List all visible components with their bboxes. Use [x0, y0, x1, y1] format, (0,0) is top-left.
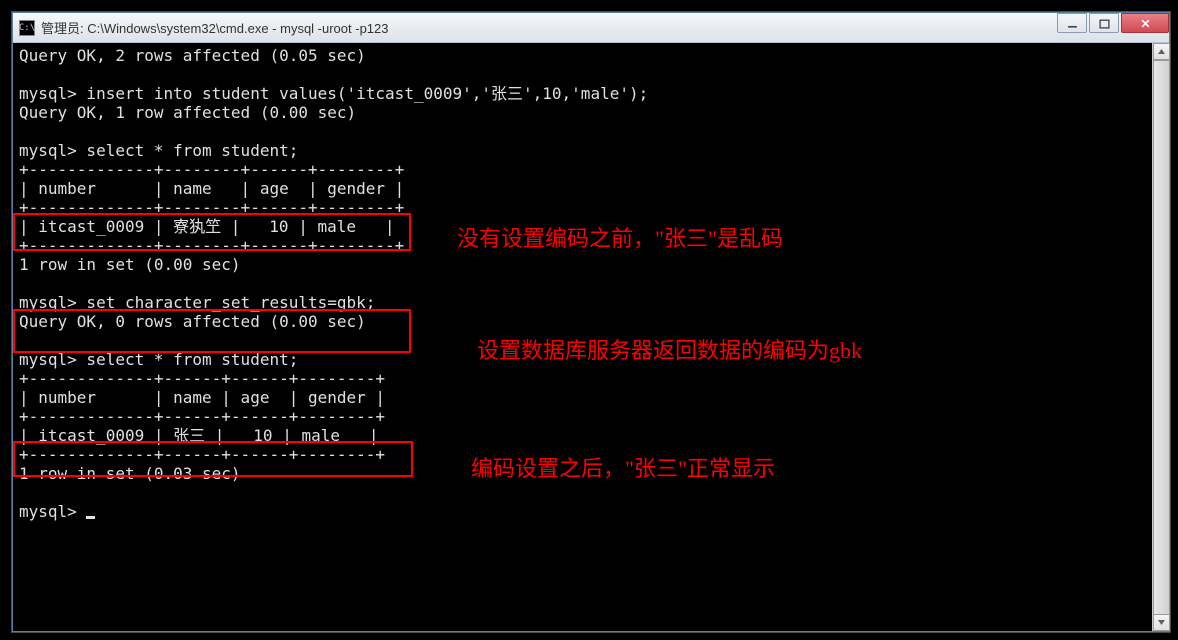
output-line: Query OK, 1 row affected (0.00 sec) [19, 103, 356, 122]
output-line: Query OK, 2 rows affected (0.05 sec) [19, 46, 366, 65]
scroll-up-button[interactable] [1153, 43, 1170, 60]
close-button[interactable] [1121, 13, 1169, 33]
window-titlebar[interactable]: C:\ 管理员: C:\Windows\system32\cmd.exe - m… [13, 13, 1169, 43]
output-line: +-------------+--------+------+--------+ [19, 160, 404, 179]
output-line: mysql> insert into student values('itcas… [19, 84, 648, 103]
output-line: Query OK, 0 rows affected (0.00 sec) [19, 312, 366, 331]
terminal-area[interactable]: Query OK, 2 rows affected (0.05 sec) mys… [13, 43, 1169, 631]
cmd-window: C:\ 管理员: C:\Windows\system32\cmd.exe - m… [12, 12, 1170, 632]
annotation-garbled: 没有设置编码之前，"张三"是乱码 [457, 221, 783, 253]
minimize-button[interactable] [1057, 13, 1087, 33]
screenshot-border: C:\ 管理员: C:\Windows\system32\cmd.exe - m… [0, 0, 1178, 640]
output-line: +-------------+------+------+--------+ [19, 369, 385, 388]
scroll-down-button[interactable] [1153, 614, 1170, 631]
output-line: +-------------+--------+------+--------+ [19, 198, 404, 217]
output-line: +-------------+------+------+--------+ [19, 407, 385, 426]
scrollbar-thumb[interactable] [1153, 60, 1170, 615]
output-line: +-------------+--------+------+--------+ [19, 236, 404, 255]
window-title: 管理员: C:\Windows\system32\cmd.exe - mysql… [41, 18, 389, 37]
output-line: +-------------+------+------+--------+ [19, 445, 385, 464]
chevron-up-icon [1157, 47, 1166, 56]
terminal-output: Query OK, 2 rows affected (0.05 sec) mys… [19, 46, 1163, 521]
output-line: | itcast_0009 | 张三 | 10 | male | [19, 426, 379, 445]
cmd-icon-text: C:\ [19, 23, 35, 33]
annotation-correct: 编码设置之后，"张三"正常显示 [471, 451, 775, 483]
chevron-down-icon [1157, 618, 1166, 627]
cmd-icon: C:\ [19, 20, 35, 36]
output-line: 1 row in set (0.00 sec) [19, 255, 241, 274]
minimize-icon [1067, 18, 1078, 29]
mysql-prompt: mysql> [19, 502, 86, 521]
output-line: | number | name | age | gender | [19, 388, 385, 407]
maximize-icon [1099, 18, 1110, 29]
output-line: | number | name | age | gender | [19, 179, 404, 198]
output-line: mysql> set character_set_results=gbk; [19, 293, 375, 312]
output-line: mysql> select * from student; [19, 141, 298, 160]
maximize-button[interactable] [1089, 13, 1119, 33]
cursor-icon [86, 516, 95, 519]
window-controls [1057, 13, 1169, 33]
annotation-encoding: 设置数据库服务器返回数据的编码为gbk [477, 333, 862, 365]
vertical-scrollbar[interactable] [1152, 43, 1169, 631]
output-line: | itcast_0009 | 寮犱笁 | 10 | male | [19, 217, 395, 236]
output-line: mysql> select * from student; [19, 350, 298, 369]
close-icon [1140, 18, 1151, 29]
output-line: 1 row in set (0.03 sec) [19, 464, 241, 483]
